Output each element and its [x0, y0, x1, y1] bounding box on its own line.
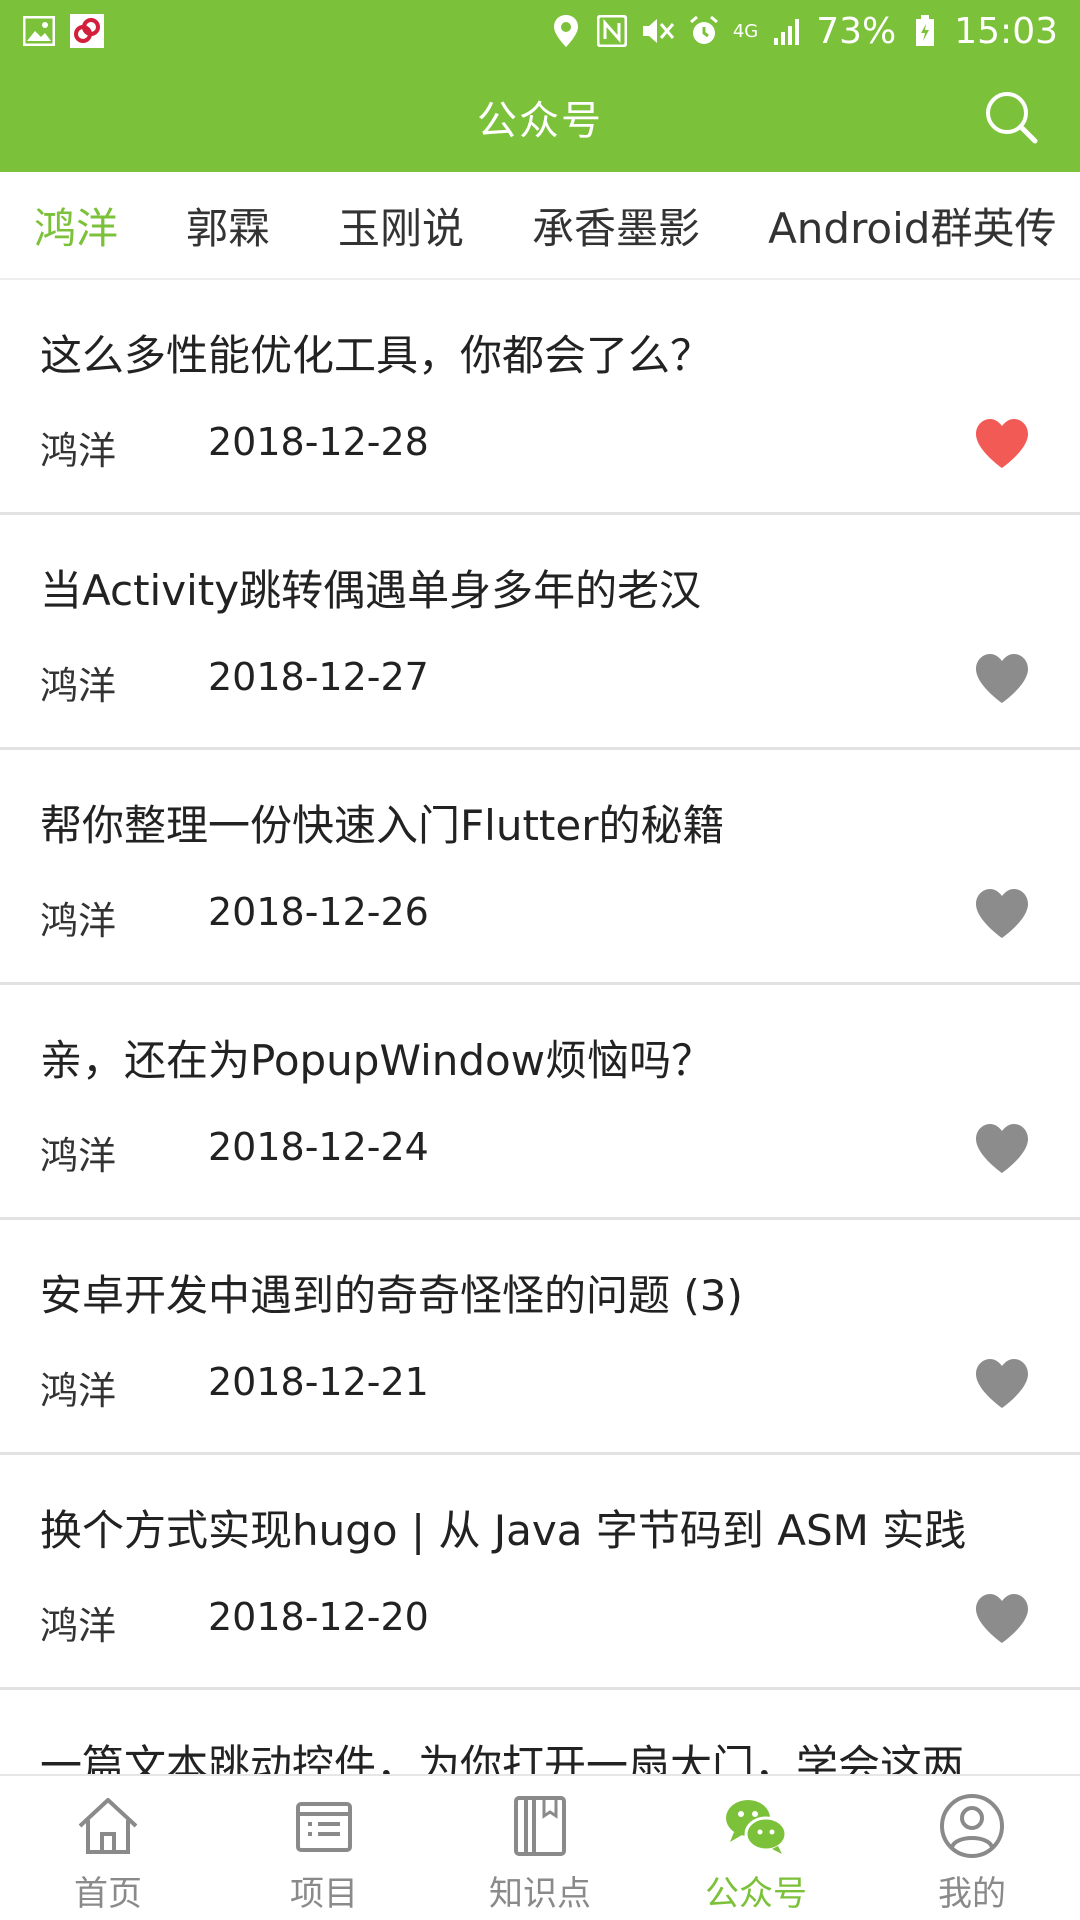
nav-project[interactable]: 项目: [216, 1776, 432, 1920]
tab-chengxiangmoying[interactable]: 承香墨影: [498, 172, 734, 278]
article-author: 鸿洋: [40, 664, 117, 708]
wechat-icon: [726, 1800, 788, 1854]
mute-icon: [641, 14, 675, 48]
status-left: [22, 14, 104, 48]
article-title: 安卓开发中遇到的奇奇怪怪的问题 (3): [40, 1271, 743, 1320]
profile-icon: [940, 1794, 1004, 1858]
tab-android-qunyingzhuan[interactable]: Android群英传: [734, 172, 1080, 278]
nav-wechat-label: 公众号: [705, 1874, 807, 1914]
heart-icon[interactable]: [974, 1358, 1030, 1410]
article-author: 鸿洋: [40, 1134, 117, 1178]
article-date: 2018-12-28: [208, 420, 429, 464]
status-bar: 4G 73% 15:03: [0, 0, 1080, 62]
page-title: 公众号: [477, 98, 603, 144]
article-author: 鸿洋: [40, 1369, 117, 1413]
tab-hongyang[interactable]: 鸿洋: [0, 172, 152, 278]
article-title: 帮你整理一份快速入门Flutter的秘籍: [40, 801, 725, 850]
search-button[interactable]: [980, 86, 1042, 148]
article-date: 2018-12-27: [208, 655, 429, 699]
alarm-icon: [687, 14, 721, 48]
article-author: 鸿洋: [40, 429, 117, 473]
heart-icon[interactable]: [974, 1123, 1030, 1175]
app-bar: 公众号: [0, 62, 1080, 172]
article-title: 当Activity跳转偶遇单身多年的老汉: [40, 566, 702, 615]
heart-icon[interactable]: [974, 1593, 1030, 1645]
battery-icon: [908, 14, 942, 48]
project-icon: [296, 1802, 352, 1852]
article-date: 2018-12-24: [208, 1125, 429, 1169]
nav-knowledge[interactable]: 知识点: [432, 1776, 648, 1920]
network-type: 4G: [732, 20, 759, 42]
article-item[interactable]: 这么多性能优化工具，你都会了么？ 鸿洋 2018-12-28: [0, 280, 1080, 515]
clock-time: 15:03: [954, 10, 1058, 52]
nav-project-label: 项目: [290, 1874, 358, 1914]
article-date: 2018-12-21: [208, 1360, 429, 1404]
article-date: 2018-12-26: [208, 890, 429, 934]
search-icon: [986, 92, 1038, 144]
nav-home-label: 首页: [74, 1874, 142, 1914]
nav-knowledge-label: 知识点: [489, 1874, 591, 1914]
nfc-icon: [595, 14, 629, 48]
bottom-navigation: 首页 项目 知识点 公众号 我的: [0, 1774, 1080, 1920]
location-icon: [549, 14, 583, 48]
battery-percent: 73%: [816, 10, 897, 52]
article-author: 鸿洋: [40, 1604, 117, 1648]
tab-guolin[interactable]: 郭霖: [152, 172, 304, 278]
nav-profile[interactable]: 我的: [864, 1776, 1080, 1920]
article-date: 2018-12-20: [208, 1595, 429, 1639]
status-right: 4G 73% 15:03: [549, 11, 1058, 52]
knowledge-icon: [514, 1796, 566, 1856]
article-author: 鸿洋: [40, 899, 117, 943]
article-item[interactable]: 安卓开发中遇到的奇奇怪怪的问题 (3) 鸿洋 2018-12-21: [0, 1220, 1080, 1455]
heart-icon[interactable]: [974, 653, 1030, 705]
heart-icon[interactable]: [974, 888, 1030, 940]
article-item[interactable]: 帮你整理一份快速入门Flutter的秘籍 鸿洋 2018-12-26: [0, 750, 1080, 985]
nav-wechat[interactable]: 公众号: [648, 1776, 864, 1920]
article-title: 这么多性能优化工具，你都会了么？: [40, 331, 713, 380]
article-title: 一篇文本跳动控件，为你打开一扇大门，学会这两: [40, 1741, 965, 1774]
heart-icon[interactable]: [974, 418, 1030, 470]
article-list: 这么多性能优化工具，你都会了么？ 鸿洋 2018-12-28 当Activity…: [0, 280, 1080, 1774]
article-item[interactable]: 当Activity跳转偶遇单身多年的老汉 鸿洋 2018-12-27: [0, 515, 1080, 750]
gallery-icon: [22, 14, 56, 48]
article-item[interactable]: 换个方式实现hugo | 从 Java 字节码到 ASM 实践 鸿洋 2018-…: [0, 1455, 1080, 1690]
account-tabs: 鸿洋 郭霖 玉刚说 承香墨影 Android群英传: [0, 172, 1080, 280]
nav-profile-label: 我的: [938, 1874, 1006, 1914]
article-item[interactable]: 一篇文本跳动控件，为你打开一扇大门，学会这两: [0, 1690, 1080, 1774]
tab-yugangshuo[interactable]: 玉刚说: [304, 172, 498, 278]
article-item[interactable]: 亲，还在为PopupWindow烦恼吗？ 鸿洋 2018-12-24: [0, 985, 1080, 1220]
link-app-icon: [70, 14, 104, 48]
home-icon: [78, 1798, 138, 1854]
nav-home[interactable]: 首页: [0, 1776, 216, 1920]
article-title: 换个方式实现hugo | 从 Java 字节码到 ASM 实践: [40, 1506, 967, 1555]
article-title: 亲，还在为PopupWindow烦恼吗？: [40, 1036, 714, 1085]
signal-icon: [770, 14, 804, 48]
